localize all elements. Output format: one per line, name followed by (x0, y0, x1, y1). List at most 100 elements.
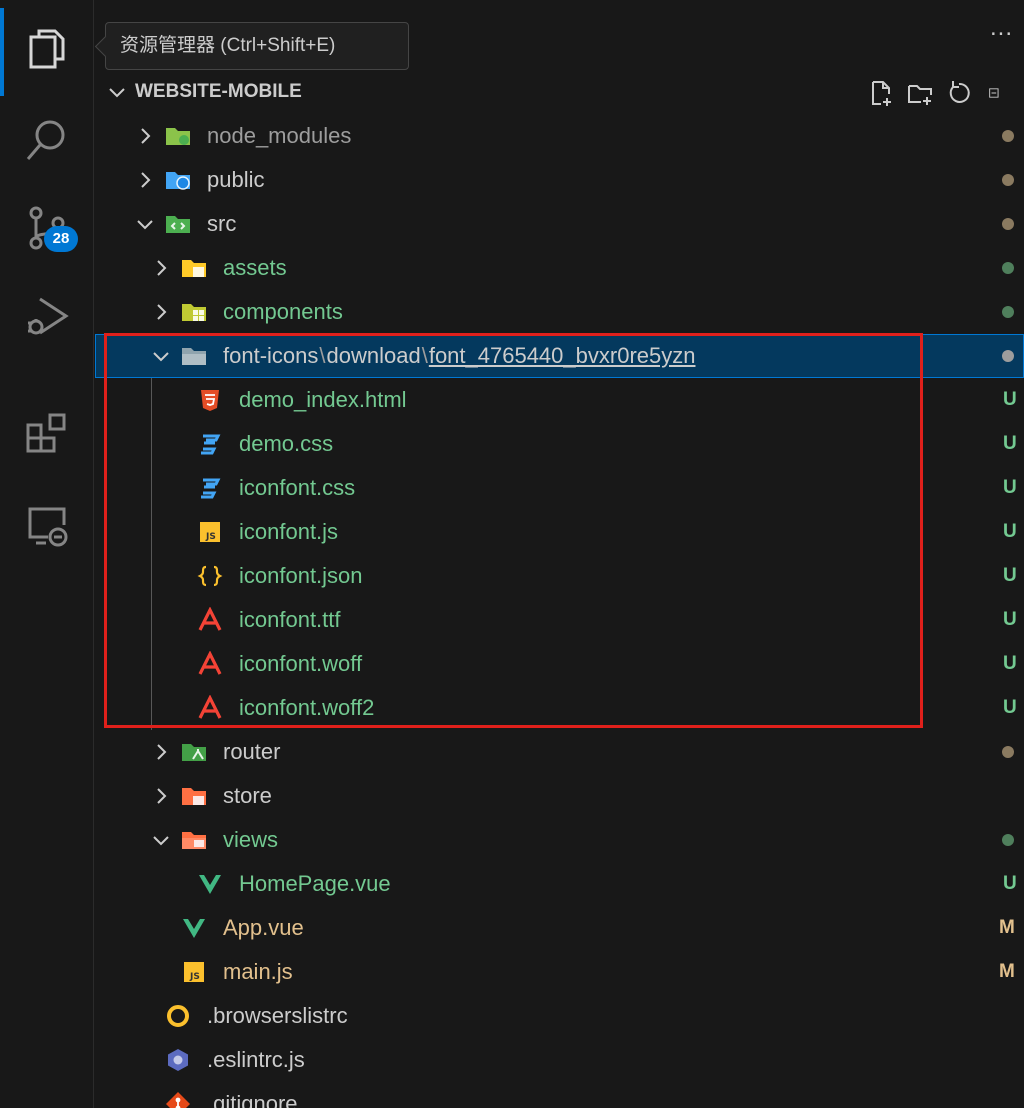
tree-item-label: iconfont.json (239, 563, 363, 588)
tree-item-iconfont-json[interactable]: iconfont.json U (95, 554, 1024, 598)
tree-item-iconfont-js[interactable]: JS iconfont.js U (95, 510, 1024, 554)
tree-item-iconfont-woff2[interactable]: iconfont.woff2 U (95, 686, 1024, 730)
indent-guide (151, 378, 152, 730)
run-debug-icon (28, 297, 69, 335)
path-segment: font_4765440_bvxr0re5yzn (428, 343, 696, 368)
search-icon (26, 120, 65, 160)
collapse-icon[interactable] (985, 78, 999, 108)
chevron-right-icon (141, 128, 151, 144)
tree-item-label: main.js (223, 959, 293, 984)
git-status: U (1003, 477, 1017, 498)
tree-item-label: font-icons\download\font_4765440_bvxr0re… (223, 343, 696, 368)
path-segment: font-icons (223, 343, 319, 368)
git-status: U (1003, 609, 1017, 630)
js-icon: JS (184, 962, 204, 982)
activity-source-control[interactable]: 28 (0, 184, 94, 272)
chevron-down-icon (109, 88, 125, 98)
git-status: U (1003, 653, 1017, 674)
vue-icon (183, 919, 205, 938)
tree-item-main-js[interactable]: JS main.js M (95, 950, 1024, 994)
activity-search[interactable] (0, 96, 94, 184)
font-icon (198, 695, 222, 719)
tree-item-iconfont-ttf[interactable]: iconfont.ttf U (95, 598, 1024, 642)
tree-item-label: assets (223, 255, 287, 280)
tree-item-demo-index-html[interactable]: demo_index.html U (95, 378, 1024, 422)
status-dot (1002, 746, 1014, 758)
status-dot (1002, 306, 1014, 318)
explorer-tooltip: 资源管理器 (Ctrl+Shift+E) (105, 22, 409, 70)
git-status: U (1003, 873, 1017, 894)
folder-router-icon (182, 744, 206, 761)
path-segment: download (326, 343, 421, 368)
tree-item-node-modules[interactable]: node_modules (95, 114, 1024, 158)
tree-item-homepage-vue[interactable]: HomePage.vue U (95, 862, 1024, 906)
tree-item-label: iconfont.css (239, 475, 356, 500)
chevron-right-icon (157, 304, 167, 320)
js-icon: JS (200, 522, 220, 542)
tree-item-gitignore[interactable]: .gitignore (95, 1082, 1024, 1108)
json-icon (197, 565, 223, 587)
explorer-section-header[interactable]: WEBSITE-MOBILE (95, 70, 1024, 114)
tree-item-label: public (207, 167, 265, 192)
activity-explorer[interactable] (0, 4, 94, 96)
tree-item-label: demo_index.html (239, 387, 407, 412)
source-control-badge: 28 (44, 226, 78, 252)
css-icon (201, 478, 221, 499)
tree-item-src[interactable]: src (95, 202, 1024, 246)
activity-bar: 28 (0, 0, 94, 1108)
new-file-icon[interactable] (865, 78, 895, 108)
tree-item-app-vue[interactable]: App.vue M (95, 906, 1024, 950)
explorer-actions (865, 78, 999, 108)
browserslist-icon (167, 1005, 189, 1027)
tree-item-label: demo.css (239, 431, 334, 456)
tree-item-font-icons[interactable]: font-icons\download\font_4765440_bvxr0re… (95, 334, 1024, 378)
status-dot (1002, 174, 1014, 186)
tree-item-public[interactable]: public (95, 158, 1024, 202)
tree-item-views[interactable]: views (95, 818, 1024, 862)
tree-item-store[interactable]: store (95, 774, 1024, 818)
files-icon (29, 29, 65, 69)
folder-store-icon (182, 788, 206, 805)
git-status: U (1003, 565, 1017, 586)
status-dot (1002, 834, 1014, 846)
vue-icon (199, 875, 221, 894)
tree-item-label: HomePage.vue (239, 871, 391, 896)
tree-item-label: App.vue (223, 915, 304, 940)
tree-item-iconfont-css[interactable]: iconfont.css U (95, 466, 1024, 510)
activity-remote-explorer[interactable] (0, 480, 94, 568)
tree-item-label: node_modules (207, 123, 352, 148)
workspace-title: WEBSITE-MOBILE (135, 81, 302, 102)
tree-item-label: iconfont.js (239, 519, 339, 544)
tree-item-label: .gitignore (207, 1091, 298, 1108)
git-status: U (1003, 521, 1017, 542)
git-status: U (1003, 697, 1017, 718)
chevron-right-icon (157, 788, 167, 804)
folder-icon (182, 348, 206, 365)
refresh-icon[interactable] (945, 78, 975, 108)
tree-item-label: router (223, 739, 281, 764)
status-dot (1002, 130, 1014, 142)
folder-src-icon (166, 216, 190, 233)
tree-item-components[interactable]: components (95, 290, 1024, 334)
git-status: M (999, 917, 1015, 938)
folder-assets-icon (182, 260, 206, 277)
tree-item-assets[interactable]: assets (95, 246, 1024, 290)
tree-item-eslintrc[interactable]: .eslintrc.js (95, 1038, 1024, 1082)
chevron-down-icon (153, 352, 169, 362)
git-status: U (1003, 433, 1017, 454)
status-dot (1002, 262, 1014, 274)
git-status: U (1003, 389, 1017, 410)
folder-views-icon (182, 832, 206, 849)
tree-item-browserslistrc[interactable]: .browserslistrc (95, 994, 1024, 1038)
css-icon (201, 434, 221, 455)
font-icon (198, 651, 222, 675)
chevron-right-icon (141, 172, 151, 188)
new-folder-icon[interactable] (905, 78, 935, 108)
tree-item-iconfont-woff[interactable]: iconfont.woff U (95, 642, 1024, 686)
tree-item-demo-css[interactable]: demo.css U (95, 422, 1024, 466)
tree-item-router[interactable]: router (95, 730, 1024, 774)
activity-run-debug[interactable] (0, 272, 94, 360)
tree-item-label: views (223, 827, 279, 852)
activity-extensions[interactable] (0, 388, 94, 476)
chevron-down-icon (153, 836, 169, 846)
